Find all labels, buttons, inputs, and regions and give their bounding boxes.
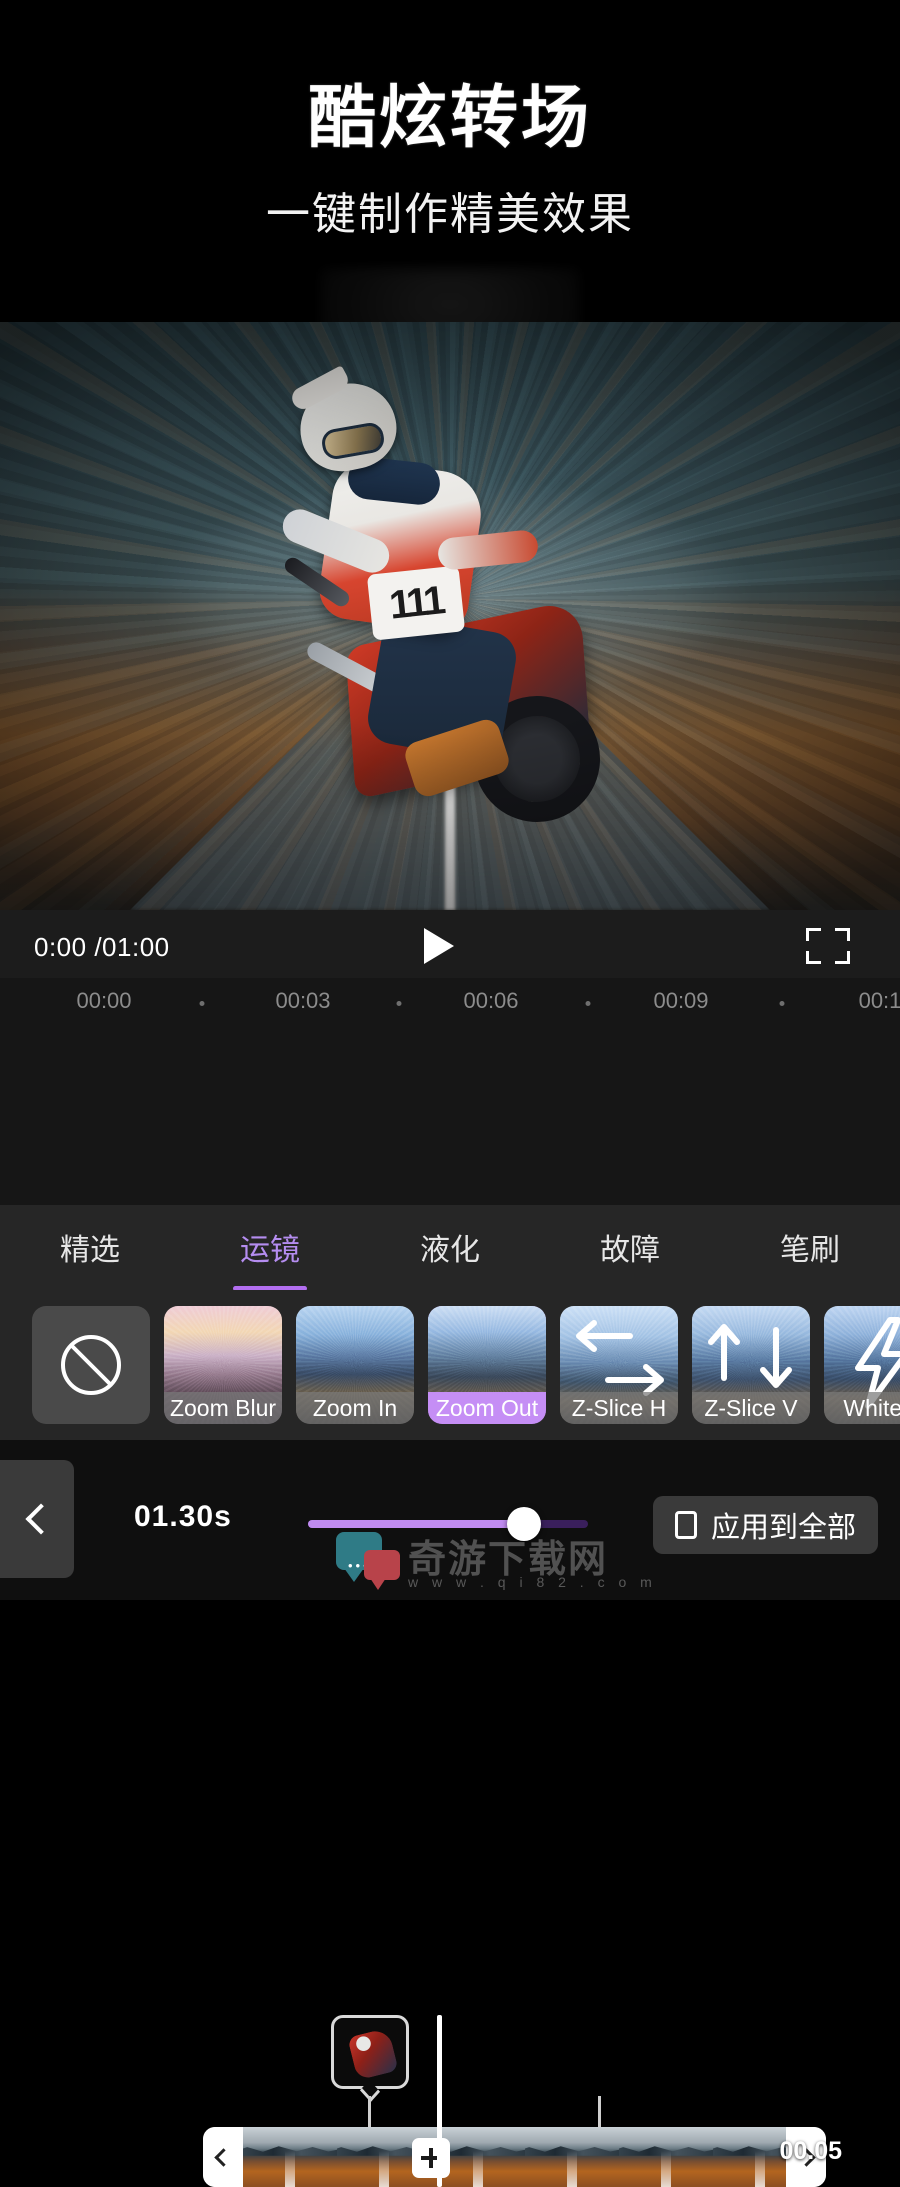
bottom-toolbar: 01.30s 应用到全部 xyxy=(0,1440,900,1600)
timeline-panel[interactable]: 00:00 00:03 00:06 00:09 00:1 00.05 xyxy=(0,978,900,2187)
clip-duration-badge: 00.05 xyxy=(779,2137,842,2165)
effect-label: Zoom In xyxy=(296,1392,414,1424)
tab-yehua[interactable]: 液化 xyxy=(360,1211,540,1285)
playback-time-label: 0:00 /01:00 xyxy=(34,932,170,962)
tab-yunjing[interactable]: 运镜 xyxy=(180,1211,360,1285)
ruler-dot xyxy=(199,1001,205,1006)
duration-slider[interactable] xyxy=(308,1507,588,1541)
tab-bishua[interactable]: 笔刷 xyxy=(720,1211,900,1285)
filmstrip-frame xyxy=(619,2127,713,2187)
effect-item-zoom-out[interactable]: Zoom Out xyxy=(428,1306,546,1424)
effect-item-none[interactable] xyxy=(32,1306,150,1424)
transition-duration-value: 01.30s xyxy=(134,1500,232,1533)
play-triangle-icon xyxy=(424,928,454,964)
timeline-playhead[interactable] xyxy=(437,2015,442,2187)
fullscreen-icon-bl xyxy=(806,951,821,964)
apply-to-all-button[interactable]: 应用到全部 xyxy=(652,1496,878,1554)
clip-track[interactable] xyxy=(203,2127,826,2187)
timeline-ruler: 00:00 00:03 00:06 00:09 00:1 xyxy=(0,988,900,1024)
filmstrip-frame xyxy=(713,2127,786,2187)
effect-label: White F xyxy=(824,1392,900,1424)
slider-knob[interactable] xyxy=(506,1507,541,1541)
clip-trim-handle-left[interactable] xyxy=(203,2127,243,2187)
promo-title: 酷炫转场 xyxy=(307,80,592,156)
effect-list[interactable]: Zoom Blur Zoom In Zoom Out Z-Slice H Z-S… xyxy=(0,1290,900,1440)
ruler-tick-label: 00:06 xyxy=(463,988,519,1013)
filmstrip-frame xyxy=(243,2127,337,2187)
effect-label: Zoom Out xyxy=(428,1392,546,1424)
fullscreen-icon-tr xyxy=(835,928,850,941)
preview-vignette xyxy=(0,322,900,910)
ruler-dot xyxy=(585,1001,591,1006)
no-effect-icon xyxy=(61,1335,121,1395)
tab-guzhang[interactable]: 故障 xyxy=(540,1211,720,1285)
fullscreen-icon-br xyxy=(835,951,850,964)
promo-subtitle: 一键制作精美效果 xyxy=(266,190,634,239)
player-control-bar: 0:00 /01:00 xyxy=(0,910,900,978)
ruler-tick-label: 00:03 xyxy=(275,988,331,1013)
effect-item-zoom-blur[interactable]: Zoom Blur xyxy=(164,1306,282,1424)
fullscreen-button[interactable] xyxy=(806,928,850,964)
clip-filmstrip xyxy=(243,2127,786,2187)
filmstrip-frames xyxy=(243,2127,786,2187)
effect-label: Z-Slice V xyxy=(692,1392,810,1424)
ruler-tick-label: 00:1 xyxy=(858,988,900,1013)
frame-preview-thumbnail xyxy=(331,2015,409,2089)
ruler-dot xyxy=(779,1001,785,1006)
effect-category-tabs: 精选 运镜 液化 故障 笔刷 xyxy=(0,1205,900,1290)
fullscreen-icon xyxy=(806,928,821,941)
promo-header: 酷炫转场 一键制作精美效果 xyxy=(0,0,900,322)
checkbox-icon xyxy=(674,1511,697,1539)
play-button[interactable] xyxy=(418,928,466,964)
effect-label: Z-Slice H xyxy=(560,1392,678,1424)
tab-jingxuan[interactable]: 精选 xyxy=(0,1211,180,1285)
effect-label: Zoom Blur xyxy=(164,1392,282,1424)
promo-background-glow xyxy=(320,268,580,322)
back-button[interactable] xyxy=(0,1460,74,1578)
add-transition-button[interactable] xyxy=(412,2138,450,2178)
effect-item-white-flash[interactable]: White F xyxy=(824,1306,900,1424)
frame-preview-image xyxy=(347,2027,399,2081)
video-preview[interactable]: 111 xyxy=(0,322,900,910)
effect-item-zoom-in[interactable]: Zoom In xyxy=(296,1306,414,1424)
effect-item-z-slice-v[interactable]: Z-Slice V xyxy=(692,1306,810,1424)
back-chevron-icon xyxy=(25,1503,57,1535)
filmstrip-frame xyxy=(525,2127,619,2187)
apply-to-all-label: 应用到全部 xyxy=(710,1512,856,1544)
app-screen: 酷炫转场 一键制作精美效果 111 0:00 /01:00 xyxy=(0,0,900,2187)
ruler-tick-label: 00:00 xyxy=(76,988,132,1013)
ruler-dot xyxy=(396,1001,402,1006)
effect-item-z-slice-h[interactable]: Z-Slice H xyxy=(560,1306,678,1424)
ruler-tick-label: 00:09 xyxy=(653,988,709,1013)
slider-fill xyxy=(308,1520,524,1528)
chevron-left-icon xyxy=(213,2147,233,2167)
